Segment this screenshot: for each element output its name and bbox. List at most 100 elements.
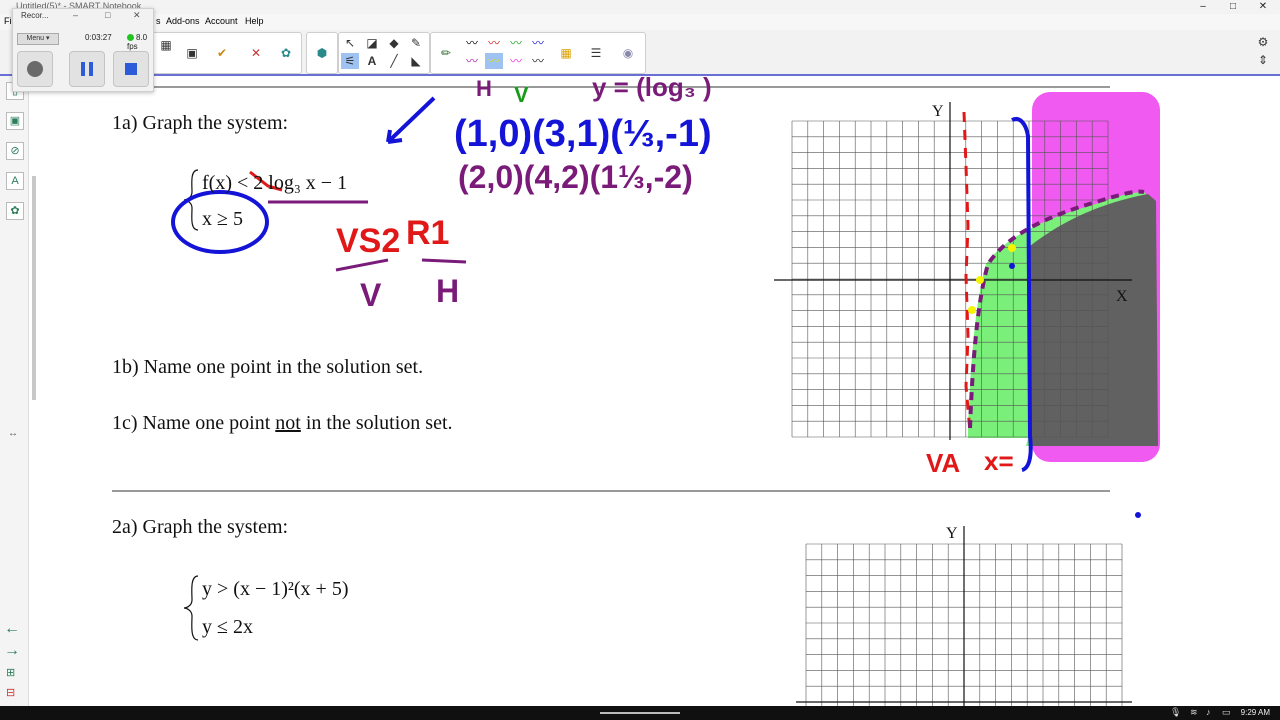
menu-account[interactable]: Account [205,16,238,26]
next-page-icon[interactable]: → [4,642,20,660]
system-1-line-2: x ≥ 5 [202,208,243,230]
fill-icon[interactable]: ◆ [385,35,403,51]
annotation-points-row-2: (2,0)(4,2)(1⅓,-2) [458,159,693,195]
highlight-point [1008,244,1016,252]
recording-status-dot [127,34,134,42]
minimize-button[interactable]: – [1188,0,1218,14]
toolbar-group-insert: ▦ ▣ ✔ ✕ ✿ [150,32,302,74]
move-toolbar-icon[interactable]: ⇕ [1254,52,1272,68]
taskbar: 🎙 ≋ ♪ ▭ 9:29 AM [0,706,1280,720]
graph-2-y-label: Y [946,525,958,542]
addons-icon[interactable]: ✿ [6,202,24,220]
highlight-point [976,276,984,284]
highlight-point [968,306,976,314]
purple-underline [421,258,467,264]
pen-icon[interactable]: ✏ [437,45,455,61]
close-button[interactable]: ✕ [1248,0,1278,14]
pen-red-icon[interactable]: 〰 [485,35,503,51]
recording-fps: 8.0 fps [127,33,153,51]
annotation-top-h: H [476,76,492,101]
recorder-menu-dropdown[interactable]: Menu ▾ [17,33,59,45]
toolbar-group-share: ⬢ [306,32,338,74]
pen-pink-icon[interactable]: 〰 [507,53,525,69]
menu-bar: Fi s Add-ons Account Help [0,14,1280,30]
question-1a: 1a) Graph the system: [112,112,289,134]
stop-icon [125,63,137,75]
battery-icon[interactable]: ▭ [1222,707,1231,718]
select-icon[interactable]: ↖ [341,35,359,51]
stop-button[interactable] [113,51,149,87]
delete-page-icon[interactable]: ⊟ [6,686,15,699]
recorder-close-button[interactable]: ✕ [133,10,141,21]
eraser-icon[interactable]: ◣ [407,53,425,69]
annotation-x-equals: x= [984,446,1014,476]
activity-icon[interactable]: ✔ [213,45,231,61]
maximize-button[interactable]: □ [1218,0,1248,14]
transparency-icon[interactable]: ◉ [619,45,637,61]
pen-blue-icon[interactable]: 〰 [529,35,547,51]
red-dashed-asymptote [962,111,972,433]
taskbar-handle[interactable] [600,712,680,714]
pause-button[interactable] [69,51,105,87]
annotation-top-v: V [514,82,529,107]
blue-dot [1009,263,1015,269]
gallery-icon[interactable]: ▣ [6,112,24,130]
table-icon[interactable]: ▦ [157,37,175,53]
annotation-r1: R1 [406,214,449,252]
attachments-icon[interactable]: ⊘ [6,142,24,160]
clear-icon[interactable]: ✕ [247,45,265,61]
pen-black-icon[interactable]: 〰 [463,35,481,51]
notebook-page: X Y Y H V y = (log₃ ) (1,0)(3,1)(⅓,-1) (… [36,76,1280,706]
add-page-icon[interactable]: ⊞ [6,666,15,679]
question-1c: 1c) Name one point not in the solution s… [112,412,453,435]
addon-icon[interactable]: ✿ [277,45,295,61]
pen-purple-icon[interactable]: 〰 [463,53,481,69]
title-bar: Untitled(5)* - SMART Notebook – □ ✕ [0,0,1280,14]
system-2-line-2: y ≤ 2x [202,616,253,638]
pens-icon[interactable]: ⚟ [341,53,359,69]
record-button[interactable] [17,51,53,87]
system-2-line-1: y > (x − 1)²(x + 5) [202,578,349,600]
pen-dark-icon[interactable]: 〰 [529,53,547,69]
resize-sidebar-icon[interactable]: ↔ [8,428,18,439]
settings-gear-icon[interactable]: ⚙ [1254,34,1272,50]
properties-icon[interactable]: A [6,172,24,190]
text-icon[interactable]: A [363,53,381,69]
menu-file[interactable]: Fi [4,16,12,26]
color-palette-icon[interactable]: ▦ [557,45,575,61]
taskbar-clock: 9:29 AM [1240,708,1270,717]
annotation-va: VA [926,448,960,478]
magic-pen-icon[interactable]: ✎ [407,35,425,51]
toolbar: ▦ ▣ ✔ ✕ ✿ ⬢ ↖ ◪ ◆ ✎ ⚟ A ╱ ◣ ✏ 〰 〰 〰 〰 〰 … [0,30,1280,76]
pen-yellow-icon[interactable]: 〰 [485,53,503,69]
record-icon [27,61,43,77]
menu-addons[interactable]: Add-ons [166,16,200,26]
shape-icon[interactable]: ◪ [363,35,381,51]
question-1c-not: not [275,412,301,434]
menu-help[interactable]: Help [245,16,264,26]
question-1b: 1b) Name one point in the solution set. [112,356,424,378]
annotation-h: H [436,273,459,309]
line-style-icon[interactable]: ☰ [587,45,605,61]
pen-green-icon[interactable]: 〰 [507,35,525,51]
microphone-icon[interactable]: 🎙 [1170,707,1181,718]
recorder-restore-button[interactable]: □ [105,10,110,20]
wifi-icon[interactable]: ≋ [1190,707,1198,718]
recording-timer: 0:03:27 [85,33,112,42]
screen-recorder-window[interactable]: Recor... – □ ✕ Menu ▾ 0:03:27 8.0 fps [12,8,154,92]
menu-view-tail[interactable]: s [156,16,161,26]
recorder-minimize-button[interactable]: – [73,10,78,20]
annotation-vs2: VS2 [336,222,400,260]
previous-page-icon[interactable]: ← [4,620,20,638]
toolbar-group-tools: ↖ ◪ ◆ ✎ ⚟ A ╱ ◣ [338,32,430,74]
pause-icon [89,62,93,76]
blue-arrow-annotation [386,96,436,144]
volume-icon[interactable]: ♪ [1206,707,1211,717]
blue-dot [1135,512,1141,518]
share-icon[interactable]: ⬢ [313,45,331,61]
annotation-points-row-1: (1,0)(3,1)(⅓,-1) [454,113,712,155]
recorder-title: Recor... [21,11,49,20]
screen-capture-icon[interactable]: ▣ [183,45,201,61]
line-icon[interactable]: ╱ [385,53,403,69]
system-2-brace [183,575,199,641]
